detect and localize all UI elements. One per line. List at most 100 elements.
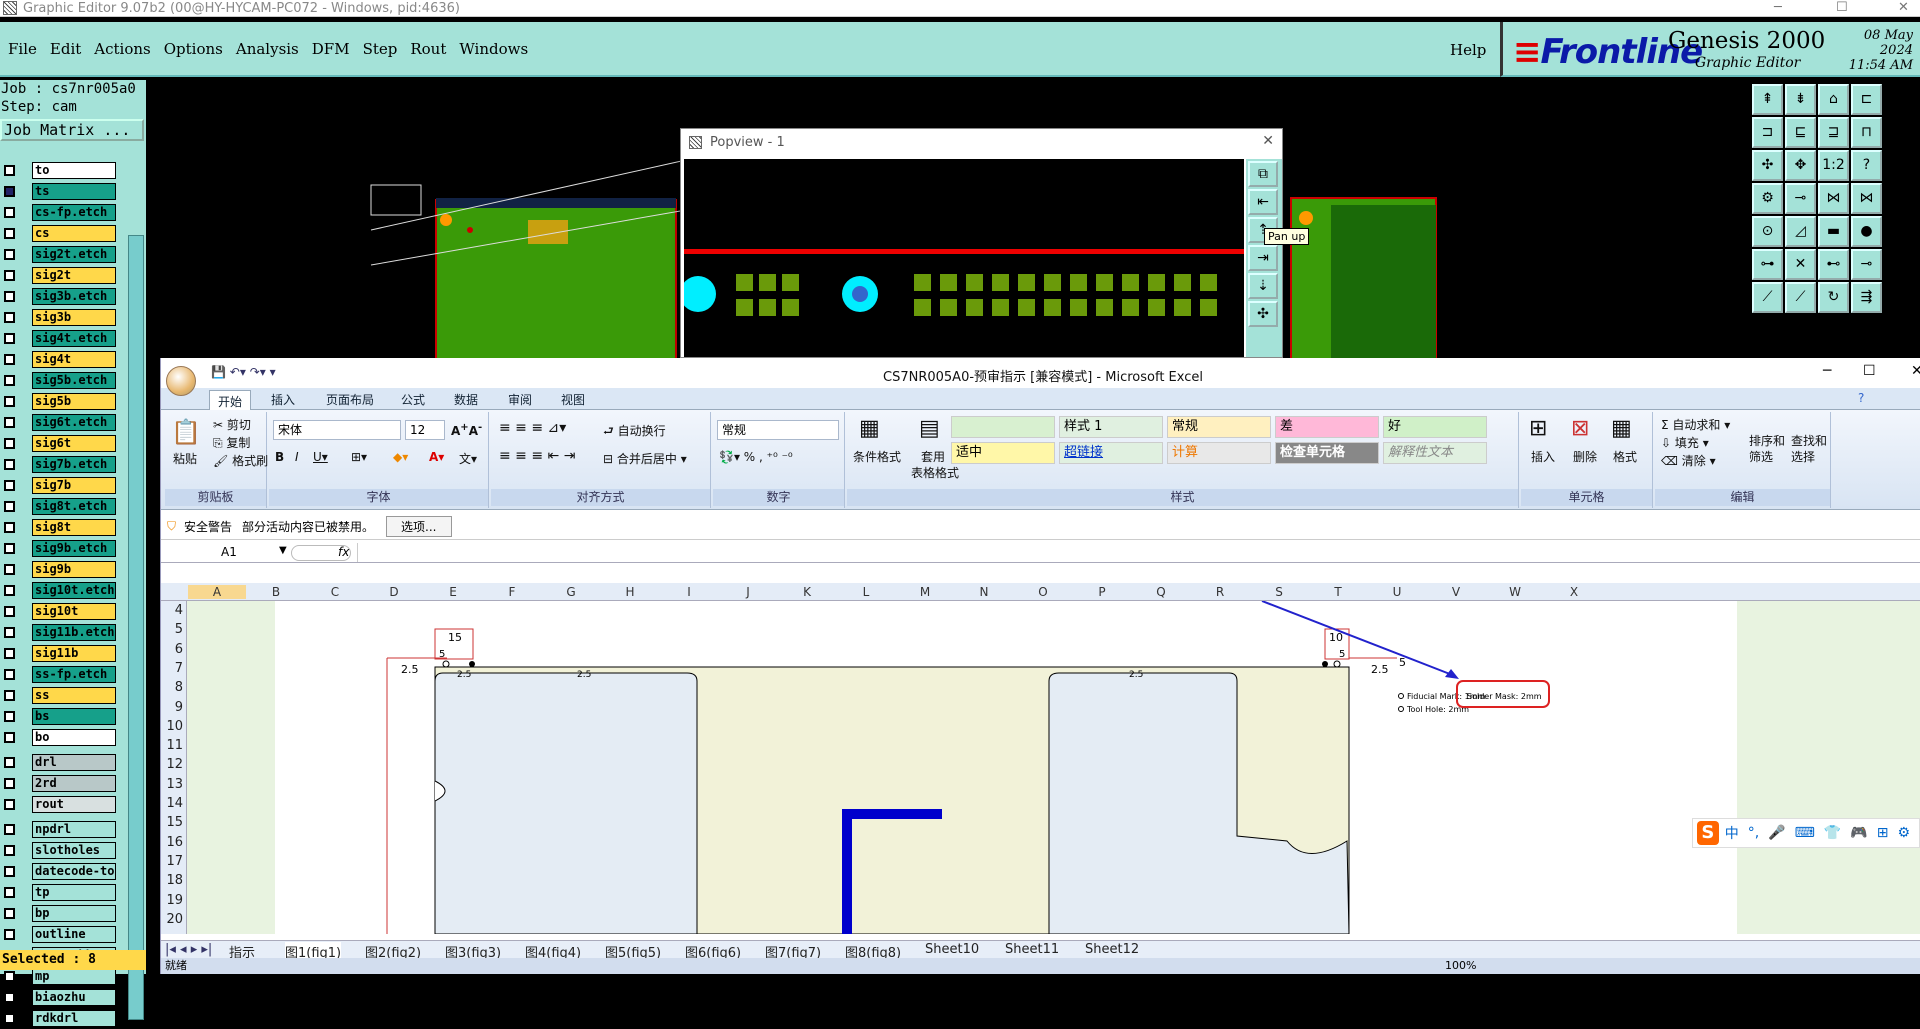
- office-button[interactable]: [166, 366, 196, 396]
- layer-name[interactable]: biaozhu: [32, 989, 116, 1006]
- layer-checkbox[interactable]: [4, 606, 15, 617]
- ime-item[interactable]: 🎮: [1850, 825, 1867, 841]
- layer-checkbox[interactable]: [4, 207, 15, 218]
- layer-name[interactable]: sig8t: [32, 519, 116, 536]
- popview-canvas[interactable]: [684, 159, 1244, 357]
- row-header[interactable]: 15: [161, 815, 183, 830]
- layer-name[interactable]: rout: [32, 796, 116, 813]
- layer-name[interactable]: sig4t.etch: [32, 330, 116, 347]
- layer-checkbox[interactable]: [4, 501, 15, 512]
- style-cell[interactable]: 差: [1275, 416, 1379, 438]
- move-icon[interactable]: ⊷: [1818, 249, 1849, 280]
- pad-icon[interactable]: ●: [1851, 216, 1882, 247]
- style-cell[interactable]: 好: [1383, 416, 1487, 438]
- feature-icon[interactable]: ◿: [1785, 216, 1816, 247]
- net-icon[interactable]: ⋈: [1818, 183, 1849, 214]
- layer-checkbox[interactable]: [4, 799, 15, 810]
- column-header[interactable]: E: [443, 585, 463, 599]
- ime-item[interactable]: °,: [1748, 825, 1759, 841]
- menu-help[interactable]: Help: [1450, 41, 1486, 59]
- popview-close-icon[interactable]: ✕: [1262, 133, 1274, 149]
- layer-row[interactable]: sig4t.etch: [0, 328, 118, 349]
- layer-row[interactable]: bp: [0, 903, 118, 924]
- layer-name[interactable]: to: [32, 162, 116, 179]
- layer-name[interactable]: sig3b: [32, 309, 116, 326]
- column-header[interactable]: R: [1210, 585, 1230, 599]
- column-header[interactable]: S: [1269, 585, 1289, 599]
- layer-checkbox[interactable]: [4, 711, 15, 722]
- row-header[interactable]: 12: [161, 757, 183, 772]
- layer-row[interactable]: datecode-to: [0, 861, 118, 882]
- layer-name[interactable]: bo: [32, 729, 116, 746]
- layer-checkbox[interactable]: [4, 543, 15, 554]
- layer-name[interactable]: ss: [32, 687, 116, 704]
- row-header[interactable]: 14: [161, 796, 183, 811]
- help-icon[interactable]: ?: [1858, 391, 1864, 405]
- connect-icon[interactable]: ⊶: [1752, 249, 1783, 280]
- close-button[interactable]: ✕: [1898, 0, 1909, 15]
- layer-checkbox[interactable]: [4, 522, 15, 533]
- layer-checkbox[interactable]: [4, 778, 15, 789]
- layer-row[interactable]: ts: [0, 181, 118, 202]
- layer-row[interactable]: sig8t: [0, 517, 118, 538]
- column-header[interactable]: L: [856, 585, 876, 599]
- name-box-dropdown-icon[interactable]: ▼: [279, 545, 287, 556]
- layer-checkbox[interactable]: [4, 333, 15, 344]
- column-header[interactable]: P: [1092, 585, 1112, 599]
- layer-row[interactable]: ss-fp.etch: [0, 664, 118, 685]
- layer-row[interactable]: sig4t: [0, 349, 118, 370]
- style-cell[interactable]: [951, 416, 1055, 438]
- zoom-fit-icon[interactable]: ⊓: [1851, 117, 1882, 148]
- sheet-nav-icons[interactable]: |◂ ◂ ▸ ▸|: [165, 942, 212, 957]
- row-header[interactable]: 7: [161, 661, 183, 676]
- menu-step[interactable]: Step: [363, 40, 398, 58]
- popview-fit-icon[interactable]: ✣: [1248, 301, 1278, 327]
- layer-name[interactable]: datecode-to: [32, 863, 116, 880]
- draw-line-icon[interactable]: ⟋: [1752, 282, 1783, 313]
- layer-row[interactable]: biaozhu: [0, 987, 118, 1008]
- layer-row[interactable]: rdkdrl: [0, 1008, 118, 1029]
- insert-cells-button[interactable]: 插入: [1531, 448, 1555, 465]
- center-icon[interactable]: ✥: [1785, 150, 1816, 181]
- row-header[interactable]: 16: [161, 835, 183, 850]
- delete-icon[interactable]: ✕: [1785, 249, 1816, 280]
- layer-checkbox[interactable]: [4, 690, 15, 701]
- layer-checkbox[interactable]: [4, 1013, 15, 1024]
- underline-button[interactable]: U▾: [313, 450, 328, 464]
- layer-checkbox[interactable]: [4, 417, 15, 428]
- formula-input[interactable]: [357, 543, 1917, 562]
- layer-checkbox[interactable]: [4, 270, 15, 281]
- layer-checkbox[interactable]: [4, 908, 15, 919]
- layer-checkbox[interactable]: [4, 396, 15, 407]
- layer-name[interactable]: sig5b.etch: [32, 372, 116, 389]
- column-header[interactable]: F: [502, 585, 522, 599]
- popview-pan-down-icon[interactable]: ⇣: [1248, 273, 1278, 299]
- zoom-left-icon[interactable]: ⊏: [1851, 84, 1882, 115]
- fx-button[interactable]: fx: [338, 545, 349, 559]
- layer-checkbox[interactable]: [4, 459, 15, 470]
- layer-name[interactable]: sig9b: [32, 561, 116, 578]
- table-format-button-1[interactable]: 套用: [921, 448, 945, 465]
- column-header[interactable]: Q: [1151, 585, 1171, 599]
- border-icon[interactable]: ⊞▾: [351, 450, 367, 464]
- style-cell[interactable]: 计算: [1167, 442, 1271, 464]
- layer-name[interactable]: sig9b.etch: [32, 540, 116, 557]
- layer-name[interactable]: outline: [32, 926, 116, 943]
- fill-button[interactable]: ⇩ 填充 ▾: [1661, 434, 1709, 451]
- clear-button[interactable]: ⌫ 清除 ▾: [1661, 452, 1716, 469]
- row-header[interactable]: 9: [161, 700, 183, 715]
- find-select-button-2[interactable]: 选择: [1791, 448, 1815, 465]
- layer-row[interactable]: npdrl: [0, 819, 118, 840]
- format-cells-button[interactable]: 格式: [1613, 448, 1637, 465]
- menu-windows[interactable]: Windows: [459, 40, 528, 58]
- redo-icon[interactable]: ↷▾: [250, 365, 266, 379]
- layer-name[interactable]: 2rd: [32, 775, 116, 792]
- layer-checkbox[interactable]: [4, 648, 15, 659]
- save-icon[interactable]: 💾: [211, 365, 226, 379]
- rotate-icon[interactable]: ↻: [1818, 282, 1849, 313]
- style-cell[interactable]: 检查单元格: [1275, 442, 1379, 464]
- menu-analysis[interactable]: Analysis: [236, 40, 299, 58]
- ime-item[interactable]: 🎤: [1768, 825, 1785, 841]
- menu-file[interactable]: File: [8, 40, 37, 58]
- layer-checkbox[interactable]: [4, 438, 15, 449]
